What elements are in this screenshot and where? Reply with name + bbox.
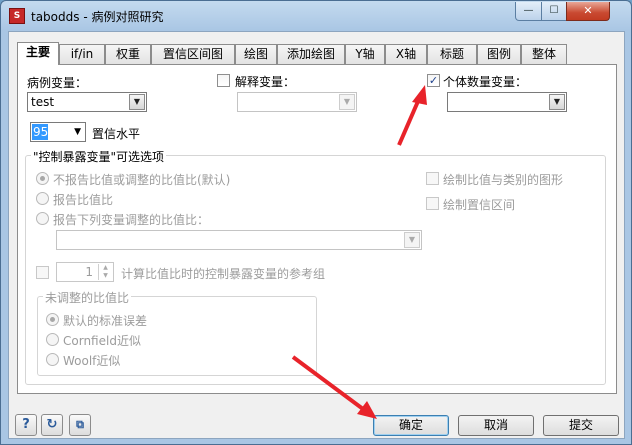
reset-icon[interactable]: ↻ bbox=[41, 414, 63, 436]
confidence-level-label: 置信水平 bbox=[92, 127, 141, 141]
unadjusted-or-title: 未调整的比值比 bbox=[43, 289, 132, 306]
radio-no-report[interactable] bbox=[36, 172, 49, 185]
radio-woolf-label: Woolf近似 bbox=[63, 354, 121, 368]
close-button[interactable]: ✕ bbox=[566, 2, 610, 21]
tab-ci-plot[interactable]: 置信区间图 bbox=[151, 44, 235, 65]
radio-report-adjusted-label: 报告下列变量调整的比值比： bbox=[53, 213, 210, 227]
spinner-arrows-icon[interactable]: ▲ ▼ bbox=[98, 264, 112, 280]
radio-cornfield-label: Cornfield近似 bbox=[63, 334, 141, 348]
reference-group-value: 1 bbox=[85, 265, 93, 279]
help-icon[interactable]: ? bbox=[15, 414, 37, 436]
tab-add-plot[interactable]: 添加绘图 bbox=[277, 44, 345, 65]
plot-ratio-label: 绘制比值与类别的图形 bbox=[443, 173, 564, 187]
individual-count-label: 个体数量变量： bbox=[443, 75, 528, 89]
tab-weights[interactable]: 权重 bbox=[105, 44, 151, 65]
minimize-button[interactable]: — bbox=[515, 2, 542, 21]
reference-group-spinner[interactable]: 1 ▲ ▼ bbox=[56, 262, 114, 282]
explanatory-variable-checkbox[interactable] bbox=[217, 74, 230, 87]
copy-icon[interactable]: ⧉ bbox=[69, 414, 91, 436]
tab-plot[interactable]: 绘图 bbox=[235, 44, 277, 65]
button-bar: ? ↻ ⧉ 确定 取消 提交 bbox=[9, 406, 626, 438]
radio-default-se-label: 默认的标准误差 bbox=[63, 314, 148, 328]
chevron-down-icon[interactable]: ▼ bbox=[404, 232, 420, 248]
individual-count-checkbox[interactable]: ✓ bbox=[427, 74, 440, 87]
plot-ratio-checkbox[interactable] bbox=[426, 172, 439, 185]
reference-group-label: 计算比值比时的控制暴露变量的参考组 bbox=[121, 267, 326, 281]
radio-report-adjusted[interactable] bbox=[36, 212, 49, 225]
tab-x-axis[interactable]: X轴 bbox=[385, 44, 427, 65]
chevron-down-icon[interactable]: ▼ bbox=[549, 94, 565, 110]
exposure-options-title: "控制暴露变量"可选选项 bbox=[31, 148, 167, 165]
dialog-client: 主要 if/in 权重 置信区间图 绘图 添加绘图 Y轴 X轴 标题 图例 整体… bbox=[8, 31, 625, 439]
submit-button[interactable]: 提交 bbox=[543, 415, 619, 436]
main-tab-panel: 病例变量： test ▼ 解释变量： ▼ ✓ 个体数量变量： ▼ 95 ▼ 置信… bbox=[17, 64, 617, 394]
confidence-level-combo[interactable]: 95 ▼ bbox=[30, 122, 86, 142]
tab-main[interactable]: 主要 bbox=[17, 42, 59, 65]
tab-y-axis[interactable]: Y轴 bbox=[345, 44, 385, 65]
reference-group-checkbox[interactable] bbox=[36, 266, 49, 279]
ok-button[interactable]: 确定 bbox=[373, 415, 449, 436]
stata-app-icon: S bbox=[9, 8, 25, 24]
case-variable-label: 病例变量： bbox=[27, 76, 88, 90]
radio-woolf[interactable] bbox=[46, 353, 59, 366]
window-title: tabodds - 病例对照研究 bbox=[31, 10, 164, 24]
adjust-variables-combo[interactable]: ▼ bbox=[56, 230, 422, 250]
radio-report-or[interactable] bbox=[36, 192, 49, 205]
maximize-button[interactable]: ☐ bbox=[541, 2, 567, 21]
radio-cornfield[interactable] bbox=[46, 333, 59, 346]
case-variable-value: test bbox=[31, 95, 55, 109]
individual-count-combo[interactable]: ▼ bbox=[447, 92, 567, 112]
chevron-down-icon[interactable]: ▼ bbox=[74, 127, 81, 137]
plot-ci-checkbox[interactable] bbox=[426, 197, 439, 210]
radio-default-se[interactable] bbox=[46, 313, 59, 326]
plot-ci-label: 绘制置信区间 bbox=[443, 198, 516, 212]
confidence-level-value: 95 bbox=[32, 124, 49, 140]
tab-legend[interactable]: 图例 bbox=[477, 44, 521, 65]
tab-titles[interactable]: 标题 bbox=[427, 44, 477, 65]
title-bar[interactable]: S tabodds - 病例对照研究 — ☐ ✕ bbox=[1, 1, 631, 31]
tab-overall[interactable]: 整体 bbox=[521, 44, 567, 65]
case-variable-combo[interactable]: test ▼ bbox=[27, 92, 147, 112]
explanatory-variable-label: 解释变量： bbox=[235, 75, 296, 89]
chevron-down-icon[interactable]: ▼ bbox=[339, 94, 355, 110]
tab-if-in[interactable]: if/in bbox=[59, 44, 105, 65]
explanatory-variable-combo[interactable]: ▼ bbox=[237, 92, 357, 112]
chevron-down-icon[interactable]: ▼ bbox=[129, 94, 145, 110]
dialog-window: S tabodds - 病例对照研究 — ☐ ✕ 主要 if/in 权重 置信区… bbox=[0, 0, 632, 445]
radio-report-or-label: 报告比值比 bbox=[53, 193, 114, 207]
cancel-button[interactable]: 取消 bbox=[458, 415, 534, 436]
radio-no-report-label: 不报告比值或调整的比值比(默认) bbox=[53, 173, 231, 187]
